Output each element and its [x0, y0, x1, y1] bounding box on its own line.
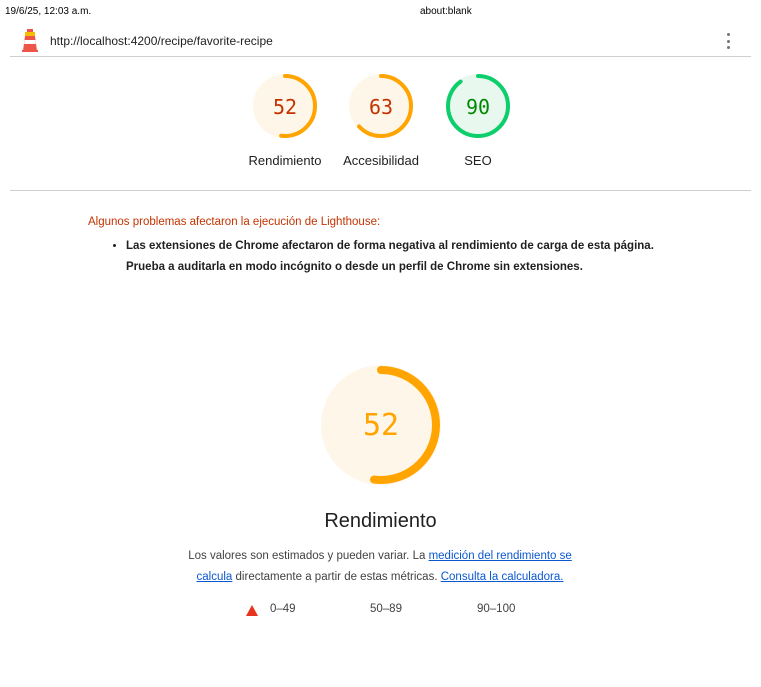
legend-average: 50–89: [370, 603, 402, 615]
warnings-title: Algunos problemas afectaron la ejecución…: [88, 216, 381, 228]
performance-score: 52: [363, 408, 399, 443]
legend-pass: 90–100: [477, 603, 515, 615]
performance-description: Los valores son estimados y pueden varia…: [170, 546, 590, 588]
gauge-score: 90: [466, 95, 490, 119]
lighthouse-icon: [21, 28, 39, 52]
desc-middle: directamente a partir de estas métricas.: [232, 571, 441, 583]
report-url: http://localhost:4200/recipe/favorite-re…: [50, 34, 273, 48]
performance-title: Rendimiento: [324, 510, 437, 532]
report-topbar: http://localhost:4200/recipe/favorite-re…: [10, 26, 751, 57]
score-gauges: 52 Rendimiento 63 Accesibilidad 90 SEO: [0, 70, 761, 180]
gauge-rendimiento-ring: 52: [253, 74, 317, 138]
gauge-rendimiento[interactable]: 52 Rendimiento: [235, 70, 335, 180]
desc-prefix: Los valores son estimados y pueden varia…: [188, 550, 429, 562]
gauge-seo[interactable]: 90 SEO: [428, 70, 528, 180]
gauge-label: Accesibilidad: [343, 153, 419, 168]
gauge-label: SEO: [464, 153, 492, 168]
legend-average-label: 50–89: [370, 603, 402, 615]
performance-gauge: 52: [316, 360, 446, 490]
print-title: about:blank: [420, 6, 472, 17]
gauge-seo-ring: 90: [446, 74, 510, 138]
divider: [10, 190, 751, 191]
more-vertical-icon[interactable]: [723, 31, 733, 51]
gauge-accesibilidad-ring: 63: [349, 74, 413, 138]
warnings-list: Las extensiones de Chrome afectaron de f…: [88, 236, 668, 278]
print-header: 19/6/25, 12:03 a.m. about:blank: [0, 0, 761, 22]
gauge-accesibilidad[interactable]: 63 Accesibilidad: [331, 70, 431, 180]
performance-gauge-ring: 52: [321, 365, 441, 485]
gauge-label: Rendimiento: [248, 153, 322, 168]
calculator-link[interactable]: Consulta la calculadora.: [441, 571, 564, 583]
lighthouse-report-page: 19/6/25, 12:03 a.m. about:blank http://l…: [0, 0, 761, 687]
fail-triangle-icon: [246, 605, 258, 616]
score-legend: 0–49 50–89 90–100: [0, 603, 761, 623]
legend-pass-label: 90–100: [477, 603, 516, 615]
gauge-score: 52: [273, 95, 297, 119]
legend-fail-label: 0–49: [270, 603, 296, 615]
runtime-warnings: Algunos problemas afectaron la ejecución…: [88, 216, 668, 278]
print-date: 19/6/25, 12:03 a.m.: [5, 6, 92, 17]
gauge-score: 63: [369, 95, 393, 119]
warning-item: Las extensiones de Chrome afectaron de f…: [126, 236, 668, 278]
